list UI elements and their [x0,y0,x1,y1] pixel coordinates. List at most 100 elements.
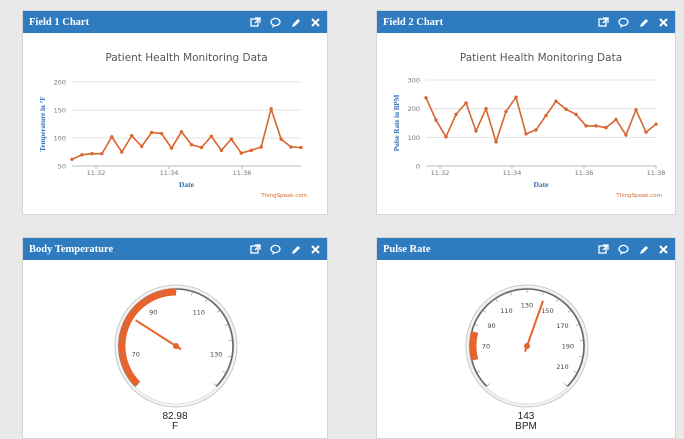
x-tick-label: 11:32 [87,169,106,177]
data-point [259,145,263,149]
data-point [614,117,618,122]
gauge-tick-label: 130 [521,302,533,310]
data-point [634,108,638,112]
close-icon[interactable] [658,244,669,255]
close-icon[interactable] [658,17,669,28]
y-tick-label: 100 [408,134,420,142]
panel-title: Pulse Rate [383,243,431,255]
data-point [434,118,438,122]
pencil-icon[interactable] [290,17,301,28]
panel-icons [598,243,669,255]
x-axis-label: Date [534,180,550,189]
data-point [624,133,628,137]
data-point [654,122,658,126]
panel-title: Body Temperature [29,243,114,255]
field1-chart-panel: Field 1 Chart Patient Health Monitoring … [22,10,328,215]
panel-header: Field 1 Chart [23,11,327,33]
y-tick-label: 100 [54,135,66,143]
x-tick-label: 11:34 [160,169,179,177]
gauge-tick-label: 70 [132,350,140,358]
external-link-icon[interactable] [250,243,261,255]
data-point [159,131,164,136]
panel-icons [598,16,669,28]
data-point [229,137,234,141]
gauge-tick-label: 90 [487,322,495,330]
y-tick-label: 0 [416,163,420,171]
x-axis-label: Date [179,180,195,189]
data-point [484,106,488,111]
data-point [514,95,518,99]
comment-icon[interactable] [270,17,281,28]
gauge-units: BPM [515,421,537,432]
gauge-tick-label: 170 [556,322,568,330]
gauge-tick-label: 210 [556,363,568,371]
data-point [70,157,74,161]
pulse-line-chart: Patient Health Monitoring Data 0 100 200 300… [393,52,665,199]
data-point [130,134,134,138]
field2-chart-panel: Field 2 Chart Patient Health Monitoring … [376,10,676,215]
external-link-icon[interactable] [598,243,609,255]
data-point [80,153,84,157]
external-link-icon[interactable] [598,16,609,28]
data-point [110,135,114,139]
gauge-tick-label: 130 [210,350,222,358]
data-point [454,112,458,117]
data-point [189,143,194,147]
data-point [424,96,428,100]
data-point [594,124,598,128]
pulse-rate-panel: Pulse Rate 70 90 110 130 150 170 190 210 143 BP… [376,237,676,439]
y-axis-label: Temperature in °F [39,96,47,151]
data-point [534,128,538,132]
data-point [120,150,124,154]
external-link-icon[interactable] [250,16,261,28]
data-point [464,101,468,105]
gauge-hub [173,343,179,349]
data-point [524,132,528,136]
data-point [100,151,104,156]
data-point [544,113,548,118]
body-temperature-panel: Body Temperature 70 90 110 130 82.98 F [22,237,328,439]
chart-title: Patient Health Monitoring Data [105,52,267,64]
data-point [219,148,224,153]
data-point [279,137,283,141]
data-point [474,129,478,133]
data-point [169,146,174,150]
y-axis-label: Pulse Rate in BPM [393,94,401,151]
data-point [149,130,154,135]
close-icon[interactable] [310,244,321,255]
gauge-tick-label: 150 [541,307,553,315]
x-tick-label: 11:34 [503,169,522,177]
data-point [584,124,588,128]
data-point [90,151,94,156]
close-icon[interactable] [310,17,321,28]
data-point [604,125,608,130]
comment-icon[interactable] [270,244,281,255]
comment-icon[interactable] [618,244,629,255]
y-tick-label: 300 [408,77,420,85]
pencil-icon[interactable] [638,244,649,255]
panel-header: Field 2 Chart [377,11,675,33]
pencil-icon[interactable] [290,244,301,255]
comment-icon[interactable] [618,17,629,28]
data-point [644,130,648,134]
data-point [269,107,273,111]
series-line [71,106,302,161]
panel-header: Pulse Rate [377,238,675,260]
gauge-units: F [171,421,179,432]
y-tick-label: 50 [58,163,66,171]
y-tick-label: 150 [54,107,66,115]
temperature-line-chart: Patient Health Monitoring Data 50 100 150 20… [39,52,307,199]
gauge-tick-label: 190 [562,343,574,351]
panel-icons [250,16,321,28]
gauge-hub [524,343,530,349]
data-point [554,99,558,103]
data-point [444,135,448,139]
gauge-tick-label: 90 [149,308,157,316]
panel-icons [250,243,321,255]
temperature-gauge: 70 90 110 130 [114,284,238,408]
gauge-band [469,331,479,361]
pencil-icon[interactable] [638,17,649,28]
x-tick-label: 11:36 [233,169,252,177]
data-point [504,109,508,114]
chart-title: Patient Health Monitoring Data [460,52,622,64]
